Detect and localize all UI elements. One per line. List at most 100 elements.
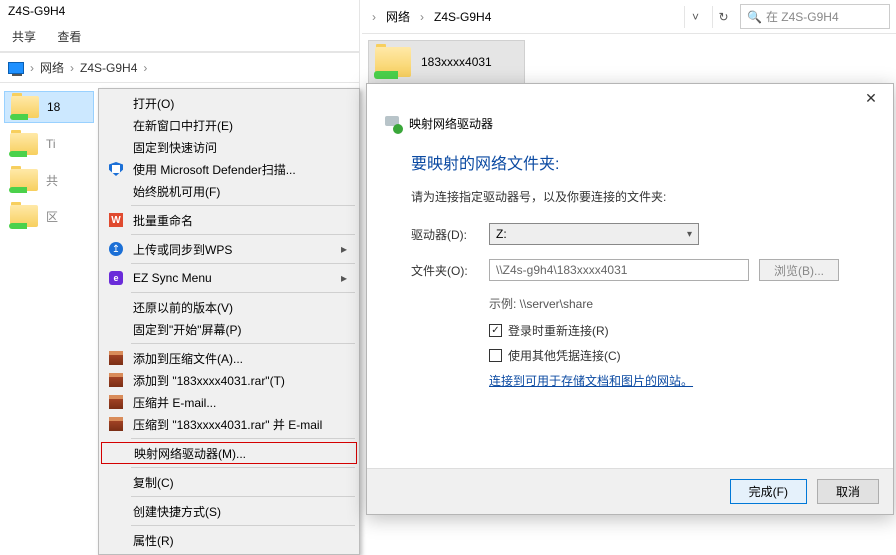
ctx-ez-sync[interactable]: eEZ Sync Menu▸ <box>101 267 357 289</box>
folder-row: 文件夹(O): \\Z4s-g9h4\183xxxx4031 浏览(B)... <box>411 259 869 281</box>
example-text: 示例: \\server\share <box>489 295 869 312</box>
ctx-copy[interactable]: 复制(C) <box>101 471 357 493</box>
checkbox-unchecked-icon <box>489 349 502 362</box>
chevron-right-icon: › <box>420 10 424 24</box>
search-input[interactable]: 🔍 在 Z4S-G9H4 <box>740 4 890 29</box>
window-title: Z4S-G9H4 <box>0 0 359 22</box>
cancel-button[interactable]: 取消 <box>817 479 879 504</box>
search-icon: 🔍 <box>747 10 762 24</box>
folder-label: 区 <box>46 208 58 225</box>
folder-label: 18 <box>47 100 60 114</box>
ctx-open-new-window[interactable]: 在新窗口中打开(E) <box>101 114 357 136</box>
ctx-defender-scan[interactable]: 使用 Microsoft Defender扫描... <box>101 158 357 180</box>
folder-path-value: \\Z4s-g9h4\183xxxx4031 <box>496 263 627 277</box>
drive-label: 驱动器(D): <box>411 226 489 243</box>
folder-label: 共 <box>46 172 58 189</box>
folder-item[interactable]: 区 <box>4 201 94 231</box>
tab-view[interactable]: 查看 <box>57 30 81 44</box>
ctx-upload-wps[interactable]: ↥上传或同步到WPS▸ <box>101 238 357 260</box>
finish-button[interactable]: 完成(F) <box>730 479 807 504</box>
folder-label: Ti <box>46 137 56 151</box>
checkbox-label: 使用其他凭据连接(C) <box>508 347 621 364</box>
address-bar: › 网络 › Z4S-G9H4 ˅ ↻ 🔍 在 Z4S-G9H4 <box>362 0 896 34</box>
ctx-compress-named-email[interactable]: 压缩到 "183xxxx4031.rar" 并 E-mail <box>101 413 357 435</box>
ctx-add-archive[interactable]: 添加到压缩文件(A)... <box>101 347 357 369</box>
map-network-drive-dialog: ✕ 映射网络驱动器 要映射的网络文件夹: 请为连接指定驱动器号，以及你要连接的文… <box>366 83 894 515</box>
dialog-body: 要映射的网络文件夹: 请为连接指定驱动器号，以及你要连接的文件夹: 驱动器(D)… <box>367 140 893 468</box>
shared-folder-icon <box>375 47 411 77</box>
breadcrumb-network[interactable]: 网络 <box>386 8 410 25</box>
ctx-add-archive-named[interactable]: 添加到 "183xxxx4031.rar"(T) <box>101 369 357 391</box>
shared-folder-icon <box>10 205 38 227</box>
chevron-right-icon: › <box>143 61 147 75</box>
ctx-create-shortcut[interactable]: 创建快捷方式(S) <box>101 500 357 522</box>
archive-icon <box>109 395 123 409</box>
separator <box>131 234 355 235</box>
storage-website-link[interactable]: 连接到可用于存储文档和图片的网站。 <box>489 372 869 389</box>
dialog-titlebar: ✕ <box>367 84 893 112</box>
ctx-compress-email[interactable]: 压缩并 E-mail... <box>101 391 357 413</box>
ctx-open[interactable]: 打开(O) <box>101 92 357 114</box>
ctx-map-network-drive[interactable]: 映射网络驱动器(M)... <box>101 442 357 464</box>
ctx-restore-versions[interactable]: 还原以前的版本(V) <box>101 296 357 318</box>
drive-select[interactable]: Z: ▾ <box>489 223 699 245</box>
separator <box>131 263 355 264</box>
dialog-title: 映射网络驱动器 <box>409 115 493 132</box>
checkbox-checked-icon: ✓ <box>489 324 502 337</box>
archive-icon <box>109 417 123 431</box>
checkbox-label: 登录时重新连接(R) <box>508 322 609 339</box>
archive-icon <box>109 373 123 387</box>
separator <box>131 292 355 293</box>
drive-row: 驱动器(D): Z: ▾ <box>411 223 869 245</box>
shared-folder-icon <box>10 133 38 155</box>
chevron-down-icon: ▾ <box>687 229 692 240</box>
dropdown-button[interactable]: ˅ <box>684 6 706 28</box>
close-button[interactable]: ✕ <box>851 85 891 111</box>
other-credentials-checkbox[interactable]: 使用其他凭据连接(C) <box>489 347 869 364</box>
breadcrumb-network[interactable]: 网络 <box>40 59 64 76</box>
chevron-right-icon: › <box>70 61 74 75</box>
chevron-right-icon: › <box>372 10 376 24</box>
computer-icon <box>8 62 24 74</box>
folder-item-selected[interactable]: 18 <box>4 91 94 123</box>
breadcrumb-host[interactable]: Z4S-G9H4 <box>80 61 137 75</box>
archive-icon <box>109 351 123 365</box>
shared-folder-icon <box>10 169 38 191</box>
cloud-icon: ↥ <box>109 242 123 256</box>
dialog-header: 映射网络驱动器 <box>367 112 893 140</box>
separator <box>131 525 355 526</box>
dialog-description: 请为连接指定驱动器号，以及你要连接的文件夹: <box>411 188 869 205</box>
folder-item[interactable]: Ti <box>4 129 94 159</box>
reconnect-checkbox[interactable]: ✓ 登录时重新连接(R) <box>489 322 869 339</box>
chevron-right-icon: ▸ <box>341 242 347 256</box>
folder-label: 文件夹(O): <box>411 262 489 279</box>
address-bar[interactable]: › 网络 › Z4S-G9H4 › <box>0 52 359 83</box>
tab-share[interactable]: 共享 <box>12 30 36 44</box>
shield-icon <box>109 162 123 176</box>
breadcrumb-host[interactable]: Z4S-G9H4 <box>434 10 491 24</box>
ctx-pin-start[interactable]: 固定到"开始"屏幕(P) <box>101 318 357 340</box>
separator <box>131 205 355 206</box>
folder-path-input[interactable]: \\Z4s-g9h4\183xxxx4031 <box>489 259 749 281</box>
ctx-pin-quick-access[interactable]: 固定到快速访问 <box>101 136 357 158</box>
chevron-right-icon: ▸ <box>341 271 347 285</box>
folder-item-selected[interactable]: 183xxxx4031 <box>368 40 525 84</box>
wps-icon: W <box>109 213 123 227</box>
chevron-right-icon: › <box>30 61 34 75</box>
context-menu: 打开(O) 在新窗口中打开(E) 固定到快速访问 使用 Microsoft De… <box>98 88 360 555</box>
ribbon-tabs: 共享 查看 <box>0 22 359 52</box>
ctx-batch-rename[interactable]: W批量重命名 <box>101 209 357 231</box>
folder-list: 183xxxx4031 <box>362 34 896 90</box>
folder-item[interactable]: 共 <box>4 165 94 195</box>
folder-label: 183xxxx4031 <box>421 55 492 69</box>
browse-button[interactable]: 浏览(B)... <box>759 259 839 281</box>
dialog-heading: 要映射的网络文件夹: <box>411 150 869 174</box>
separator <box>131 467 355 468</box>
ctx-always-offline[interactable]: 始终脱机可用(F) <box>101 180 357 202</box>
ctx-properties[interactable]: 属性(R) <box>101 529 357 551</box>
refresh-button[interactable]: ↻ <box>712 6 734 28</box>
separator <box>131 343 355 344</box>
separator <box>131 438 355 439</box>
ezsync-icon: e <box>109 271 123 285</box>
dialog-footer: 完成(F) 取消 <box>367 468 893 514</box>
